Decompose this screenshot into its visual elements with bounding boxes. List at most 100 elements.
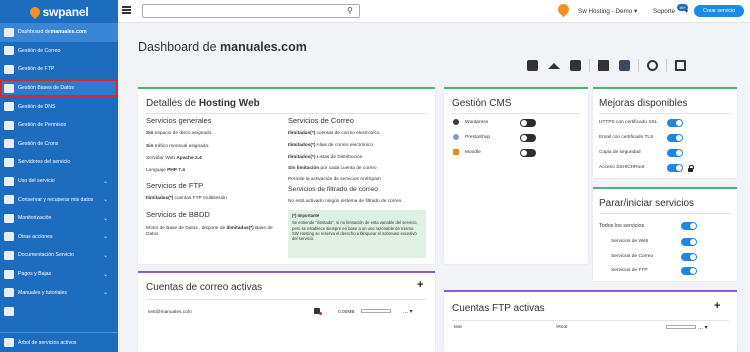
mail-account-size: 0.00MB <box>338 310 355 315</box>
bbdd-line-text-2: Base de <box>253 226 273 231</box>
ftp-line-bold: Ilimitadas(*) <box>146 196 174 201</box>
hosting-selector[interactable]: Sw Hosting - Demo ▾ <box>578 8 637 15</box>
sidebar-item-monitoring[interactable]: Monitorización ⌄ <box>0 209 118 228</box>
sidebar-item-other[interactable]: Otras acciones ⌄ <box>0 228 118 247</box>
ftp-line-text: cuentas FTP multisesión <box>173 196 227 201</box>
mail-line-text: Alias de correo electrónico <box>315 143 374 148</box>
action-toolbar <box>522 57 691 74</box>
ftp-account-actions-dropdown[interactable]: ... ▾ <box>698 324 708 331</box>
hamburger-icon[interactable] <box>122 6 131 14</box>
mail-line: Ilimitados(*) Listas de Distribución <box>288 155 362 160</box>
network-icon[interactable] <box>647 60 658 71</box>
chevron-down-icon: ⌄ <box>102 290 108 297</box>
database-settings-icon[interactable] <box>570 60 581 71</box>
mail-icon[interactable] <box>675 60 686 71</box>
divider <box>146 113 427 114</box>
web-service-toggle[interactable] <box>681 238 697 246</box>
brand-name: swpanel <box>42 4 89 19</box>
chevron-down-icon: ⌄ <box>102 215 108 222</box>
search-input[interactable] <box>142 4 360 18</box>
improvement-label: Copia de seguridad <box>599 150 641 155</box>
other-actions-icon <box>4 232 14 242</box>
monitoring-icon <box>4 213 14 223</box>
cms-title: Gestión CMS <box>452 98 512 109</box>
ftp-accounts-card: Cuentas FTP activas + test \Root ... ▾ <box>444 290 737 352</box>
service-label: Servicios de FTP <box>611 268 648 273</box>
general-line-text: Lenguaje <box>146 168 168 173</box>
support-caret-icon[interactable]: ▾ <box>685 8 688 15</box>
prestashop-toggle[interactable] <box>520 134 536 142</box>
database-stack-icon[interactable] <box>527 60 538 71</box>
ftp-account-path: \Root <box>556 325 568 330</box>
toolbar-divider <box>589 59 590 72</box>
ftp-account-user: test <box>454 325 462 330</box>
divider <box>146 299 427 300</box>
ssh-toggle[interactable] <box>667 164 683 172</box>
wordpress-toggle[interactable] <box>520 119 536 127</box>
service-label: Servicios de Web <box>611 239 649 244</box>
divider <box>452 113 580 114</box>
sidebar-item-ftp[interactable]: Gestión de FTP <box>0 60 118 79</box>
chevron-down-icon: ⌄ <box>102 197 108 204</box>
improvement-label: Acceso SSH/CHRoot <box>599 165 645 170</box>
mail-account-actions-dropdown[interactable]: ... ▾ <box>403 308 413 315</box>
bbdd-line: Motor de Base de Datos , dispone de Ilim… <box>146 226 273 231</box>
sidebar-item-crons[interactable]: Gestión de Crons <box>0 135 118 154</box>
sidebar-item-partial[interactable] <box>0 302 118 321</box>
permissions-icon <box>4 120 14 130</box>
tls-toggle[interactable] <box>667 134 683 142</box>
sidebar-item-mail[interactable]: Gestión de Correo <box>0 42 118 61</box>
moodle-toggle[interactable] <box>520 149 536 157</box>
topbar: ⚲ Sw Hosting - Demo ▾ Soporte 16+ ▾ Crea… <box>118 0 750 23</box>
lock-icon <box>688 165 694 172</box>
add-ftp-account-button[interactable]: + <box>714 300 720 312</box>
moodle-icon <box>453 149 459 155</box>
payments-icon <box>4 269 14 279</box>
divider <box>599 213 731 214</box>
all-services-toggle[interactable] <box>681 222 697 230</box>
sidebar-item-databases[interactable]: Gestión Bases de Datos <box>0 78 118 98</box>
service-label: Servicios de Correo <box>611 254 654 259</box>
ftp-service-toggle[interactable] <box>681 267 697 275</box>
ftp-accounts-title: Cuentas FTP activas <box>452 303 545 314</box>
sidebar-item-dns[interactable]: Gestión de DNS <box>0 97 118 116</box>
cms-item-label: Wordpress <box>465 120 489 125</box>
mail-service-toggle[interactable] <box>681 253 697 261</box>
services-card: Parar/iniciar servicios Todos los servic… <box>593 187 737 281</box>
sidebar-item-manuals[interactable]: Manuales y tutoriales ⌄ <box>0 283 118 302</box>
swpanel-logo-icon <box>27 4 42 19</box>
checklist-icon[interactable] <box>598 60 609 71</box>
logo[interactable]: swpanel <box>0 0 118 23</box>
backup-toggle[interactable] <box>667 149 683 157</box>
mail-line-bold: Ilimitados(*) <box>288 155 316 160</box>
document-image-icon[interactable] <box>619 60 630 71</box>
sidebar-item-payments[interactable]: Pagos y Bajas ⌄ <box>0 265 118 284</box>
mail-line: Sin limitación por cada cuenta de correo <box>288 166 377 171</box>
divider <box>599 113 731 114</box>
sidebar-item-permissions[interactable]: Gestión de Permisos <box>0 116 118 135</box>
support-menu[interactable]: Soporte <box>653 8 675 15</box>
mail-line-bold: Ilimitados(*) <box>288 143 316 148</box>
search-icon[interactable]: ⚲ <box>347 6 353 15</box>
improvement-label: Email con certificado TLS <box>599 135 654 140</box>
bbdd-line-text-3: Datos <box>146 232 159 237</box>
ftp-line: Ilimitadas(*) cuentas FTP multisesión <box>146 196 227 201</box>
create-service-button[interactable]: Crear servicio <box>694 5 744 17</box>
sidebar-item-usage[interactable]: Uso del servicio ⌄ <box>0 172 118 191</box>
filter-line: No está activado ningún sistema de filtr… <box>288 199 403 204</box>
sidebar-item-docs[interactable]: Documentación Servicio ⌄ <box>0 246 118 265</box>
sidebar-item-label: Gestión Bases de Datos <box>18 85 74 92</box>
sidebar-footer[interactable]: Árbol de servicios activos <box>0 332 118 352</box>
divider <box>452 320 729 321</box>
ssl-toggle[interactable] <box>667 119 683 127</box>
sidebar-item-backup[interactable]: Conservar y recuperar mis datos ⌄ <box>0 190 118 209</box>
toolbar-divider <box>666 59 667 72</box>
sidebar-item-label: Gestión de Permisos <box>18 122 67 129</box>
add-mail-account-button[interactable]: + <box>417 279 423 291</box>
sidebar-item-dashboard[interactable]: Dashboard de manuales.com <box>0 23 118 42</box>
services-title: Parar/iniciar servicios <box>599 198 695 209</box>
chevron-down-icon: ⌄ <box>102 252 108 259</box>
quota-bar <box>361 309 391 313</box>
plane-icon[interactable] <box>548 62 560 69</box>
sidebar-item-servers[interactable]: Servidores del servicio <box>0 153 118 172</box>
